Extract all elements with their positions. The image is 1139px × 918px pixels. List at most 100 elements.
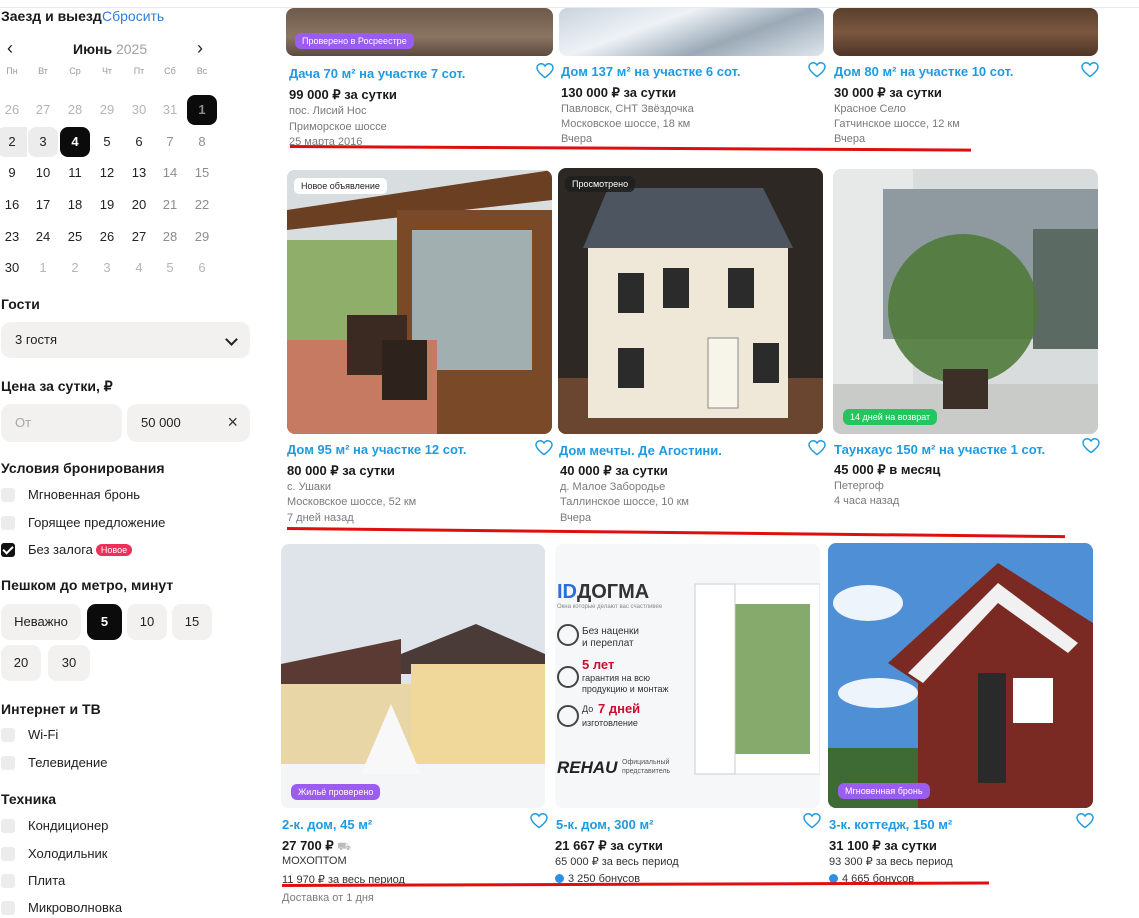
metro-option-30[interactable]: 30 — [48, 645, 90, 681]
price-from-input[interactable]: От — [1, 404, 122, 442]
calendar-day[interactable]: 3 — [28, 127, 58, 157]
calendar-day: 28 — [67, 102, 83, 117]
heart-icon[interactable] — [808, 439, 826, 456]
listing-photo[interactable]: Мгновенная бронь — [828, 543, 1093, 808]
heart-icon[interactable] — [808, 61, 826, 78]
listing-title[interactable]: Дом 137 м² на участке 6 сот. — [561, 64, 740, 79]
metro-option-20[interactable]: 20 — [1, 645, 41, 681]
metro-option-any[interactable]: Неважно — [1, 604, 81, 640]
listing-tag: Мгновенная бронь — [838, 783, 930, 799]
listing-title[interactable]: Дом мечты. Де Агостини. — [559, 443, 722, 458]
reset-dates-link[interactable]: Сбросить — [102, 8, 164, 24]
calendar-day: 27 — [35, 102, 51, 117]
listing-title[interactable]: Дача 70 м² на участке 7 сот. — [289, 66, 465, 81]
calendar-day[interactable]: 28 — [155, 222, 185, 252]
calendar-day[interactable]: 22 — [187, 190, 217, 220]
listing-price: 40 000 ₽ за сутки — [560, 463, 668, 478]
calendar-day[interactable]: 12 — [92, 158, 122, 188]
listing-title[interactable]: 3-к. коттедж, 150 м² — [829, 817, 952, 832]
listing-highway: Московское шоссе, 52 км — [287, 496, 417, 508]
price-to-input[interactable]: 50 000 × — [127, 404, 250, 442]
calendar-day[interactable]: 11 — [60, 158, 90, 188]
guests-select[interactable]: 3 гостя — [1, 322, 250, 358]
red-underline — [289, 145, 971, 152]
listing-price: 130 000 ₽ за сутки — [561, 85, 677, 100]
listing-seller: МОХОПТОМ — [282, 855, 347, 867]
listing-date: Вчера — [561, 133, 593, 145]
metro-option-10[interactable]: 10 — [127, 604, 167, 640]
calendar-day[interactable]: 23 — [0, 222, 27, 252]
calendar-day[interactable]: 25 — [60, 222, 90, 252]
dates-section-title: Заезд и выезд — [1, 8, 102, 24]
calendar-day[interactable]: 10 — [28, 158, 58, 188]
calendar-day[interactable]: 21 — [155, 190, 185, 220]
heart-icon[interactable] — [1081, 61, 1099, 78]
listing-title[interactable]: Дом 95 м² на участке 12 сот. — [287, 442, 466, 457]
ad-rehau-note-2: представитель — [622, 768, 671, 775]
calendar-day[interactable]: 26 — [92, 222, 122, 252]
weekday-label: Сб — [164, 66, 176, 76]
checkbox-icon — [1, 756, 15, 770]
calendar-day[interactable]: 5 — [92, 127, 122, 157]
calendar-day[interactable]: 2 — [0, 127, 27, 157]
listing-highway: Гатчинское шоссе, 12 км — [834, 118, 960, 130]
guests-select-value: 3 гостя — [15, 332, 58, 347]
calendar-day[interactable]: 1 — [187, 95, 217, 125]
calendar-day[interactable]: 19 — [92, 190, 122, 220]
calendar-day[interactable]: 24 — [28, 222, 58, 252]
heart-icon[interactable] — [1076, 812, 1094, 829]
listing-title[interactable]: Дом 80 м² на участке 10 сот. — [834, 64, 1013, 79]
calendar-day[interactable]: 17 — [28, 190, 58, 220]
ad-banner[interactable]: IDДОГМА Окна которые делают вас счастлив… — [555, 544, 820, 808]
ad-benefit-2-big: 5 лет — [582, 657, 615, 672]
calendar-day[interactable]: 15 — [187, 158, 217, 188]
prev-month-button[interactable]: ‹ — [7, 39, 13, 57]
listing-tag: Проверено в Росреестре — [295, 33, 414, 49]
checkbox-icon — [1, 488, 15, 502]
calendar-day[interactable]: 14 — [155, 158, 185, 188]
listing-title[interactable]: Таунхаус 150 м² на участке 1 сот. — [834, 442, 1045, 457]
calendar-day[interactable]: 9 — [0, 158, 27, 188]
clear-icon[interactable]: × — [227, 412, 238, 433]
bonus-icon — [555, 874, 564, 883]
calendar-day[interactable]: 30 — [0, 253, 27, 283]
checkbox-label: Микроволновка — [28, 900, 123, 915]
listing-price: 30 000 ₽ за сутки — [834, 85, 942, 100]
heart-icon[interactable] — [530, 812, 548, 829]
listing-photo[interactable]: Жильё проверено — [281, 544, 545, 808]
listing-price: 80 000 ₽ за сутки — [287, 463, 395, 478]
calendar-day[interactable]: 20 — [124, 190, 154, 220]
heart-icon[interactable] — [1082, 437, 1100, 454]
calendar-day[interactable]: 27 — [124, 222, 154, 252]
heart-icon[interactable] — [535, 439, 553, 456]
listing-photo[interactable] — [833, 8, 1098, 56]
metro-option-15[interactable]: 15 — [172, 604, 212, 640]
checkbox-label: Холодильник — [28, 846, 108, 861]
checkbox-icon — [1, 516, 15, 530]
listing-photo[interactable]: 14 дней на возврат — [833, 169, 1098, 434]
calendar-day[interactable]: 16 — [0, 190, 27, 220]
listing-title[interactable]: 2-к. дом, 45 м² — [282, 817, 372, 832]
listing-photo[interactable] — [559, 8, 824, 56]
listing-title[interactable]: 5-к. дом, 300 м² — [556, 817, 653, 832]
calendar-day[interactable]: 18 — [60, 190, 90, 220]
guests-section-title: Гости — [1, 296, 40, 312]
calendar-day[interactable]: 6 — [124, 127, 154, 157]
next-month-button[interactable]: › — [197, 39, 203, 57]
calendar-day[interactable]: 8 — [187, 127, 217, 157]
listing-photo[interactable]: Новое объявление — [287, 170, 552, 434]
heart-icon[interactable] — [803, 812, 821, 829]
checkbox-icon — [1, 874, 15, 888]
calendar-day[interactable]: 13 — [124, 158, 154, 188]
calendar-day[interactable]: 4 — [60, 127, 90, 157]
listing-tag: Жильё проверено — [291, 784, 381, 800]
listing-photo[interactable]: Просмотрено — [558, 168, 823, 434]
listing-photo[interactable]: Проверено в Росреестре — [286, 8, 553, 56]
ad-rehau-note: Официальный — [622, 759, 670, 766]
calendar-day[interactable]: 7 — [155, 127, 185, 157]
calendar-day[interactable]: 29 — [187, 222, 217, 252]
checkbox-label: Кондиционер — [28, 818, 109, 833]
heart-icon[interactable] — [536, 62, 554, 79]
metro-option-5[interactable]: 5 — [87, 604, 122, 640]
checkbox-icon — [1, 901, 15, 915]
